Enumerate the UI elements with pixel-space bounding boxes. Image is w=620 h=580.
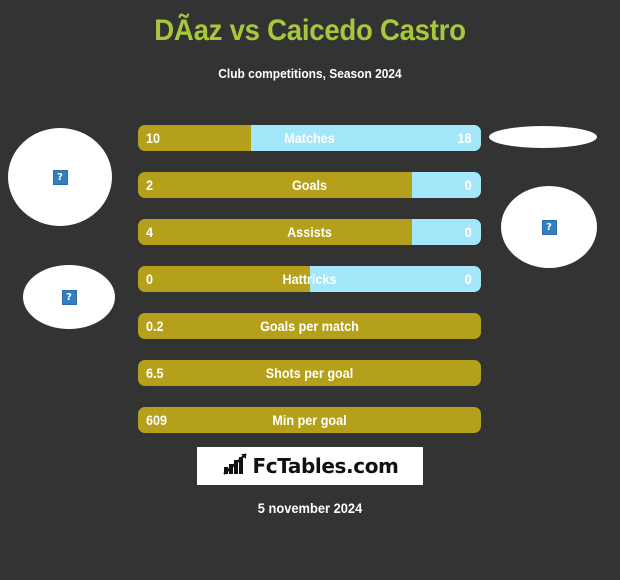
stat-row-assists: 4 0 Assists xyxy=(138,219,481,245)
broken-image-icon: ? xyxy=(541,219,557,235)
stat-row-min-per-goal: 609 Min per goal xyxy=(138,407,481,433)
player1-photo-placeholder-top: ? xyxy=(8,128,112,226)
stat-value-right-assists: 0 xyxy=(464,224,472,240)
stat-bar-right-matches: 18 xyxy=(251,125,481,151)
player1-photo-placeholder-bottom: ? xyxy=(23,265,115,329)
stat-bar-left-goals: 2 xyxy=(138,172,413,198)
stat-bar-right-assists: 0 xyxy=(412,219,481,245)
stat-bar-right-goals: 0 xyxy=(412,172,481,198)
stat-row-matches: 10 18 Matches xyxy=(138,125,481,151)
stat-bar-left-hattricks: 0 xyxy=(138,266,310,292)
stat-value-right-matches: 18 xyxy=(457,130,472,146)
stat-bar-left-matches: 10 xyxy=(138,125,252,151)
broken-image-icon: ? xyxy=(52,169,68,185)
fctables-logo-text: FcTables.com xyxy=(252,454,399,478)
stat-comparison-bars: 10 18 Matches 2 0 Goals 4 0 Assists 0 0 … xyxy=(138,125,481,454)
stat-bar-left-goals-per-match: 0.2 xyxy=(138,313,481,339)
stat-value-right-hattricks: 0 xyxy=(464,271,472,287)
stat-value-left-shots-per-goal: 6.5 xyxy=(146,365,164,381)
bar-chart-icon xyxy=(222,452,248,481)
stat-value-right-goals: 0 xyxy=(464,177,472,193)
stat-bar-left-min-per-goal: 609 xyxy=(138,407,481,433)
footer-date: 5 november 2024 xyxy=(257,500,363,516)
page-title: DÃaz vs Caicedo Castro xyxy=(154,14,466,47)
stat-value-left-goals: 2 xyxy=(146,177,154,193)
stat-value-left-min-per-goal: 609 xyxy=(146,412,168,428)
player2-photo-placeholder-bottom: ? xyxy=(501,186,597,268)
player2-photo-placeholder-top xyxy=(489,126,597,148)
stat-row-goals: 2 0 Goals xyxy=(138,172,481,198)
stat-value-left-goals-per-match: 0.2 xyxy=(146,318,164,334)
stat-value-left-matches: 10 xyxy=(146,130,161,146)
broken-image-icon: ? xyxy=(61,289,77,305)
stat-bar-left-assists: 4 xyxy=(138,219,413,245)
stat-bar-left-shots-per-goal: 6.5 xyxy=(138,360,481,386)
fctables-logo[interactable]: FcTables.com xyxy=(197,447,423,485)
stat-row-shots-per-goal: 6.5 Shots per goal xyxy=(138,360,481,386)
stat-bar-right-hattricks: 0 xyxy=(309,266,481,292)
stat-value-left-hattricks: 0 xyxy=(146,271,154,287)
stat-value-left-assists: 4 xyxy=(146,224,154,240)
stat-row-goals-per-match: 0.2 Goals per match xyxy=(138,313,481,339)
stat-row-hattricks: 0 0 Hattricks xyxy=(138,266,481,292)
page-subtitle: Club competitions, Season 2024 xyxy=(218,66,402,81)
